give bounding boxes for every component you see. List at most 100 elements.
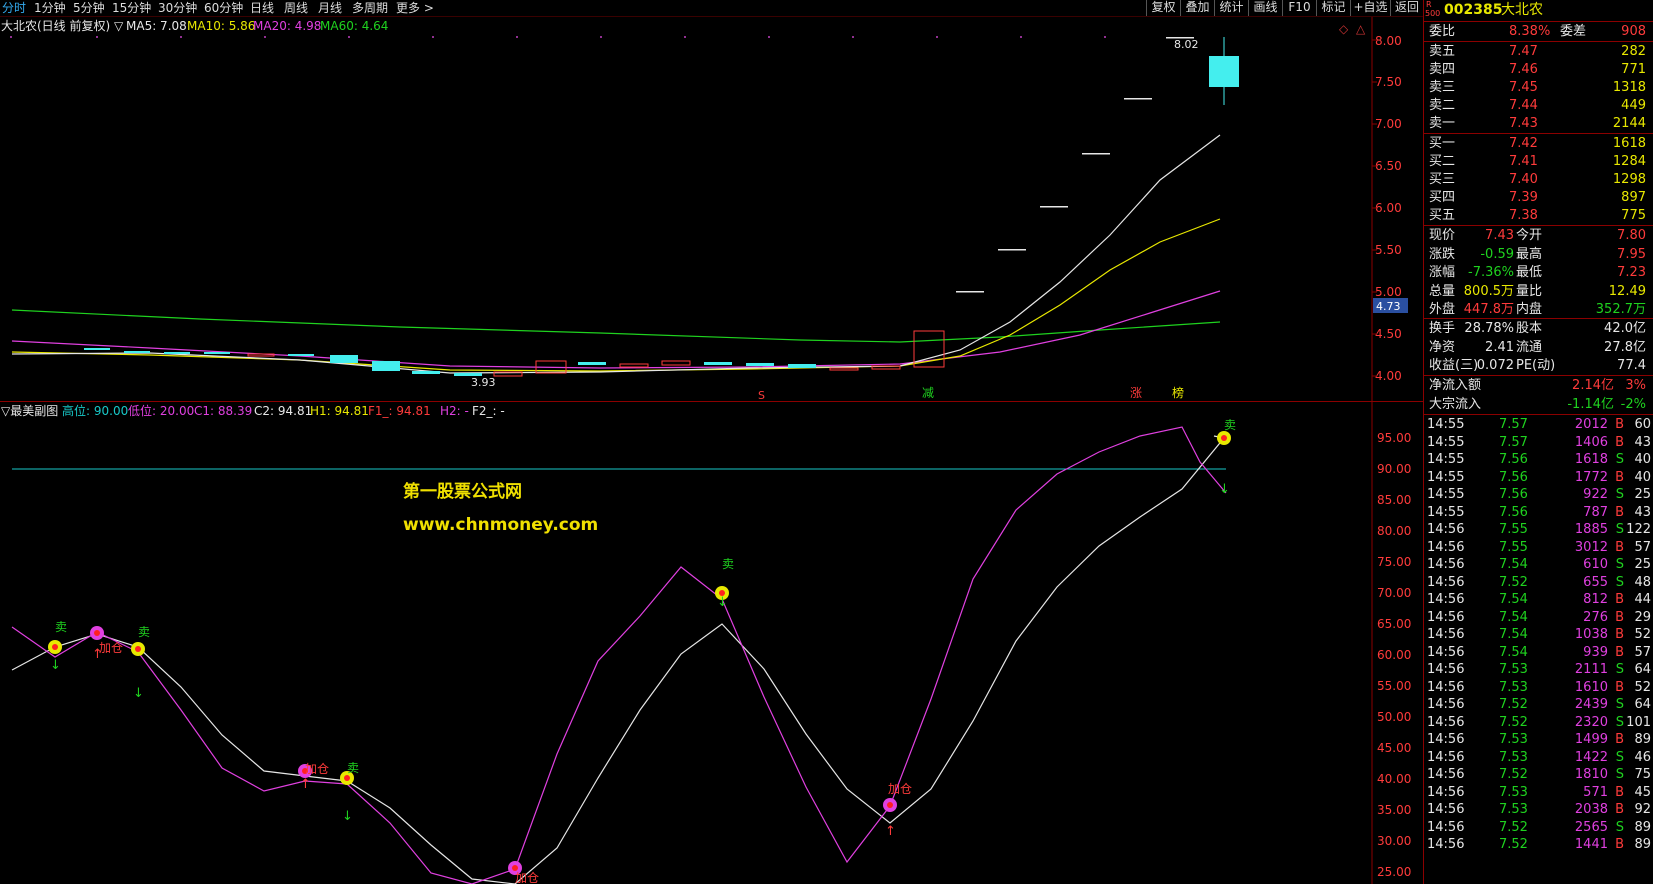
tick-side: B [1615,802,1624,817]
tick-time: 14:56 [1427,767,1465,782]
indicator-chart[interactable]: ▽最美副图 高位: 90.00 低位: 20.00 C1: 88.39 C2: … [0,402,1423,884]
tick-side: B [1615,644,1624,660]
sell-level-row: 卖四 7.46 771 [1424,60,1653,79]
f2-legend: F2_: - [472,404,505,418]
flow-value: -1.14亿 [1567,396,1614,412]
tick-count: 89 [1634,819,1651,835]
sub-title: ▽最美副图 [1,404,58,418]
tick-count: 64 [1634,697,1651,712]
stock-name: 大北农 [1501,2,1543,18]
weibi-value: 8.38% [1509,24,1551,39]
jian-mark: 减 [922,386,934,400]
tick-row: 14:55 7.56 1618 S 40 [1424,450,1653,469]
adjust-button[interactable]: 复权 [1146,0,1180,16]
tab-more[interactable]: 更多 > [396,1,434,15]
fund-label: 股本 [1516,321,1543,336]
tick-price: 7.52 [1499,697,1528,712]
down-arrow-icon: ↓ [342,809,353,824]
tick-row: 14:56 7.52 1810 S 75 [1424,765,1653,784]
tick-time: 14:56 [1427,592,1465,607]
f10-button[interactable]: F10 [1282,0,1316,16]
indicator-axis-label: 30.00 [1377,834,1411,848]
tab-daily[interactable]: 日线 [250,1,274,15]
tick-side: S [1615,819,1624,835]
kline-chart[interactable]: 大北农(日线 前复权) ▽ MA5: 7.08 MA10: 5.86 MA20:… [0,17,1423,402]
tick-count: 64 [1634,662,1651,677]
tick-time: 14:56 [1427,627,1465,642]
level-label: 卖二 [1429,98,1456,113]
tick-side: B [1615,417,1624,432]
back-button[interactable]: 返回 [1390,0,1423,16]
tick-row: 14:56 7.53 2038 B 92 [1424,800,1653,819]
level-volume: 449 [1621,98,1646,113]
tab-5min[interactable]: 5分钟 [73,1,105,15]
indicator-axis-label: 80.00 [1377,524,1411,538]
add-label: 加仓 [305,762,329,776]
flow-pct: 3% [1625,378,1646,393]
tick-count: 89 [1634,732,1651,747]
level-label: 买五 [1429,208,1456,223]
tick-count: 25 [1634,487,1651,502]
tab-1min[interactable]: 1分钟 [34,1,66,15]
mark-button[interactable]: 标记 [1316,0,1350,16]
level-label: 卖四 [1429,62,1456,77]
tick-row: 14:56 7.52 2565 S 89 [1424,818,1653,837]
indicator-axis-label: 40.00 [1377,772,1411,786]
quote-value: 800.5万 [1463,283,1514,299]
tick-price: 7.52 [1499,819,1528,835]
tick-price: 7.54 [1499,627,1528,642]
tick-price: 7.54 [1499,557,1528,572]
level-label: 买一 [1429,136,1456,151]
quote-value: -7.36% [1468,265,1514,280]
tab-weekly[interactable]: 周线 [284,1,308,15]
tab-15min[interactable]: 15分钟 [112,1,151,15]
stats-button[interactable]: 统计 [1214,0,1248,16]
tick-side: B [1615,627,1624,642]
quote-label: 总量 [1429,283,1456,299]
tick-side: S [1615,487,1624,502]
tick-volume: 1441 [1574,837,1608,852]
fund-label: 收益(三) [1429,358,1479,373]
indicator-axis-label: 50.00 [1377,710,1411,724]
quote-panel: R 500 002385 大北农 委比 8.38% 委差 908 卖五 7.47 2… [1423,0,1653,884]
draw-line-button[interactable]: 画线 [1248,0,1282,16]
tick-count: 92 [1634,802,1651,817]
tab-multi-period[interactable]: 多周期 [352,1,388,15]
tab-30min[interactable]: 30分钟 [158,1,197,15]
tick-volume: 655 [1583,574,1608,590]
tab-60min[interactable]: 60分钟 [204,1,243,15]
sell-label: 卖 [138,625,150,639]
weicha-label: 委差 [1560,24,1587,39]
triangle-icon[interactable]: △ [1356,22,1366,36]
fund-label: 流通 [1516,339,1543,355]
diamond-icon[interactable]: ◇ [1339,22,1349,36]
tick-price: 7.54 [1499,592,1528,607]
up-arrow-icon: ↑ [300,777,311,792]
tick-price: 7.53 [1499,732,1528,747]
tick-count: 45 [1634,784,1651,800]
add-label: 加仓 [515,871,539,884]
overlay-button[interactable]: 叠加 [1180,0,1214,16]
tick-row: 14:56 7.54 939 B 57 [1424,643,1653,662]
level-volume: 2144 [1612,116,1646,131]
low-label: 3.93 [471,376,496,389]
quote-value: 7.80 [1617,228,1646,243]
h2-legend: H2: - [440,404,469,418]
indicator-axis-label: 25.00 [1377,865,1411,879]
tab-intraday[interactable]: 分时 [2,1,26,15]
indicator-axis-label: 35.00 [1377,803,1411,817]
tick-side: B [1615,837,1624,852]
tick-time: 14:56 [1427,662,1465,677]
tick-side: S [1615,697,1624,712]
tick-count: 57 [1634,539,1651,555]
flow-label: 大宗流入 [1429,396,1482,412]
quote-label: 涨幅 [1429,265,1456,280]
add-favorite-button[interactable]: +自选 [1350,0,1390,16]
down-arrow-icon: ↓ [717,595,728,610]
tick-time: 14:56 [1427,679,1465,695]
quote-value: 7.95 [1617,246,1646,262]
zhang-mark: 涨 [1130,385,1142,400]
level-label: 买二 [1429,154,1456,169]
tab-monthly[interactable]: 月线 [318,1,342,15]
weibi-label: 委比 [1429,24,1456,39]
